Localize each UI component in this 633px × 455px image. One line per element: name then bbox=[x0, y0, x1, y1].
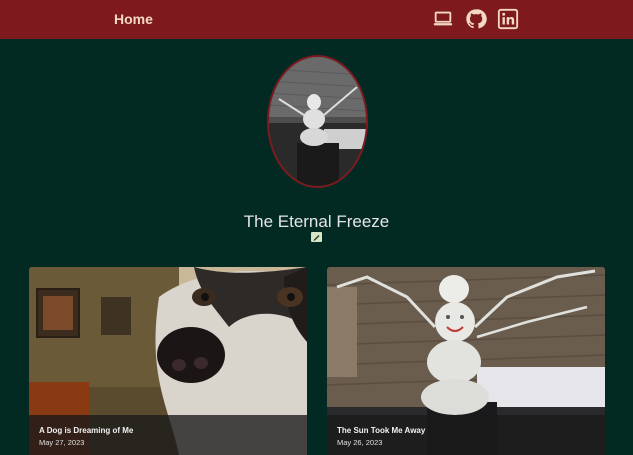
site-title: The Eternal Freeze bbox=[243, 212, 390, 231]
edit-icon[interactable] bbox=[311, 232, 322, 242]
profile-avatar bbox=[267, 55, 368, 188]
home-link[interactable]: Home bbox=[114, 11, 153, 28]
top-navbar: Home bbox=[0, 0, 633, 39]
post-date: May 26, 2023 bbox=[337, 438, 383, 447]
post-card[interactable]: A Dog is Dreaming of Me May 27, 2023 bbox=[29, 267, 307, 455]
post-caption: The Sun Took Me Away May 26, 2023 bbox=[327, 415, 605, 455]
snowman-photo bbox=[269, 57, 366, 186]
laptop-icon[interactable] bbox=[432, 8, 454, 30]
post-title[interactable]: The Sun Took Me Away bbox=[337, 426, 425, 436]
github-icon[interactable] bbox=[465, 8, 487, 30]
linkedin-icon[interactable] bbox=[497, 8, 519, 30]
post-date: May 27, 2023 bbox=[39, 438, 85, 447]
post-title[interactable]: A Dog is Dreaming of Me bbox=[39, 426, 133, 436]
post-caption: A Dog is Dreaming of Me May 27, 2023 bbox=[29, 415, 307, 455]
post-card[interactable]: The Sun Took Me Away May 26, 2023 bbox=[327, 267, 605, 455]
